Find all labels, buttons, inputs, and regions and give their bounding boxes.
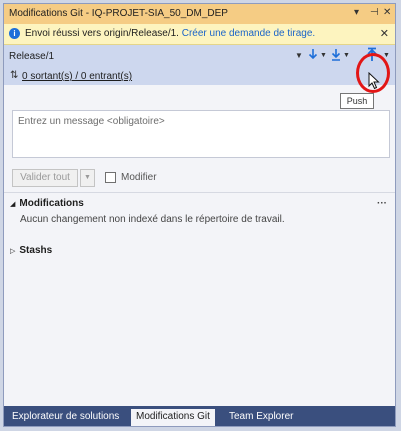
window-menu-button[interactable]: ▾ [354, 7, 359, 18]
info-bar: i Envoi réussi vers origin/Release/1. Cr… [4, 24, 395, 45]
push-tooltip: Push [340, 93, 374, 109]
close-window-button[interactable]: ✕ [383, 7, 391, 18]
branch-toolbar: Release/1 ▼ ▼ ▼ ▼ [4, 45, 395, 67]
section-divider [4, 192, 395, 193]
branch-dropdown-caret[interactable]: ▼ [295, 51, 303, 60]
fetch-arrow-icon [308, 49, 318, 60]
tab-solution-explorer[interactable]: Explorateur de solutions [7, 409, 124, 426]
pull-button[interactable] [331, 47, 341, 65]
no-changes-message: Aucun changement non indexé dans le répe… [20, 214, 285, 225]
expanded-triangle-icon: ◢ [10, 201, 16, 208]
window-titlebar: Modifications Git - IQ-PROJET-SIA_50_DM_… [4, 4, 395, 24]
create-pull-request-link[interactable]: Créer une demande de tirage. [182, 28, 315, 39]
sync-status-row: ⇅ 0 sortant(s) / 0 entrant(s) [4, 67, 395, 85]
push-success-text: Envoi réussi vers origin/Release/1. [25, 28, 179, 39]
sync-arrows-icon: ⇅ [10, 70, 19, 81]
stashes-section-title: Stashs [19, 245, 53, 256]
pin-button[interactable]: ⊣ [370, 7, 379, 18]
pull-options-caret[interactable]: ▼ [343, 52, 350, 59]
bottom-tab-strip: Explorateur de solutions Modifications G… [4, 406, 395, 426]
collapsed-triangle-icon: ▷ [10, 248, 16, 255]
info-bar-message: Envoi réussi vers origin/Release/1. Crée… [25, 28, 315, 39]
more-options-icon[interactable]: ··· [377, 198, 387, 209]
outgoing-incoming-link[interactable]: 0 sortant(s) / 0 entrant(s) [22, 71, 132, 82]
tab-team-explorer[interactable]: Team Explorer [224, 409, 298, 426]
amend-label: Modifier [121, 172, 157, 183]
amend-checkbox[interactable] [105, 172, 116, 183]
commit-all-button[interactable]: Valider tout [12, 169, 78, 187]
close-icon[interactable]: ✕ [380, 27, 389, 40]
info-icon: i [9, 28, 20, 39]
fetch-button[interactable] [308, 47, 318, 65]
commit-message-input[interactable]: Entrez un message <obligatoire> [12, 110, 390, 158]
fetch-options-caret[interactable]: ▼ [320, 52, 327, 59]
changes-section-header[interactable]: ◢ Modifications [10, 198, 84, 209]
git-changes-window: Modifications Git - IQ-PROJET-SIA_50_DM_… [3, 3, 396, 427]
commit-options-caret[interactable]: ▼ [80, 169, 95, 187]
commit-message-placeholder: Entrez un message <obligatoire> [18, 116, 165, 127]
changes-section-title: Modifications [19, 198, 84, 209]
stashes-section-header[interactable]: ▷ Stashs [10, 245, 52, 256]
pull-arrow-icon [331, 49, 341, 61]
tab-git-changes[interactable]: Modifications Git [131, 409, 215, 426]
branch-selector[interactable]: Release/1 [9, 51, 54, 62]
mouse-cursor-icon [368, 72, 380, 90]
window-title: Modifications Git - IQ-PROJET-SIA_50_DM_… [9, 8, 228, 19]
